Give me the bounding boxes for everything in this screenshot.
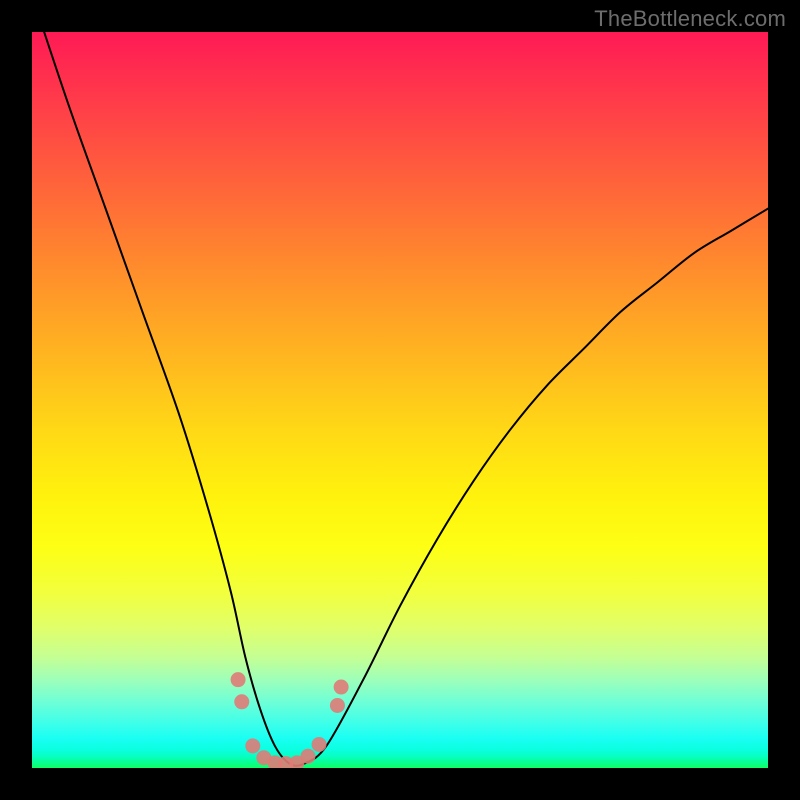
watermark-text: TheBottleneck.com: [594, 6, 786, 32]
curve-line: [32, 32, 768, 766]
highlight-dots: [231, 672, 349, 768]
chart-frame: TheBottleneck.com: [0, 0, 800, 800]
chart-svg: [32, 32, 768, 768]
plot-area: [32, 32, 768, 768]
